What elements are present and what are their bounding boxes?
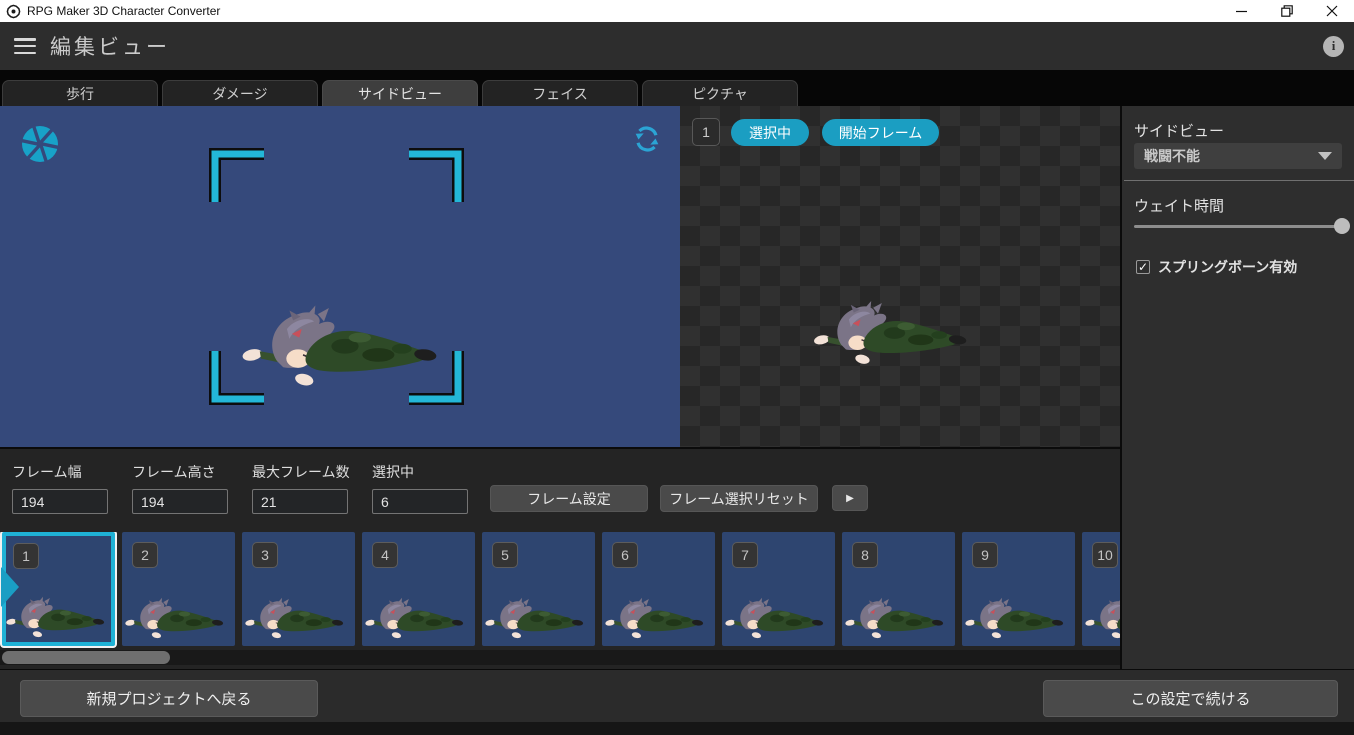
spring-bone-checkbox[interactable]: ✓ [1136,260,1150,274]
scrollbar-thumb[interactable] [2,651,170,664]
tab-2[interactable]: ダメージ [162,80,318,106]
thumbnail-character-sprite [5,596,105,639]
wait-time-slider[interactable] [1134,216,1350,236]
side-view-dropdown[interactable]: 戦闘不能 [1134,143,1342,169]
app-header: 編集ビュー i [0,22,1354,70]
field-group-2: フレーム高さ [132,462,242,514]
close-button[interactable] [1309,0,1354,22]
frame-thumbnail-6[interactable]: 6 [602,532,715,646]
back-to-new-project-button[interactable]: 新規プロジェクトへ戻る [20,680,318,717]
frame-number-badge: 1 [692,118,720,146]
tab-4[interactable]: フェイス [482,80,638,106]
field-label: 最大フレーム数 [252,464,350,480]
thumbnail-character-sprite [724,597,824,640]
field-group-1: フレーム幅 [12,462,122,514]
thumbnail-number-badge: 1 [13,543,39,569]
character-stage-sprite [812,300,968,366]
frame-settings-button[interactable]: フレーム設定 [490,485,648,512]
tab-1[interactable]: 歩行 [2,80,158,106]
restore-button[interactable] [1264,0,1309,22]
play-button[interactable]: ▶ [832,485,868,511]
thumbnail-character-sprite [604,597,704,640]
thumbnail-number-badge: 4 [372,542,398,568]
thumbnail-number-badge: 10 [1092,542,1118,568]
frame-thumbnail-10[interactable]: 10 [1082,532,1120,646]
field-input[interactable] [12,489,108,514]
field-input[interactable] [252,489,348,514]
frame-thumbnail-1[interactable]: 1 [1,532,115,646]
thumbnail-character-sprite [484,597,584,640]
field-label: フレーム幅 [12,464,82,480]
frame-thumbnail-9[interactable]: 9 [962,532,1075,646]
frame-thumbnail-3[interactable]: 3 [242,532,355,646]
divider [1124,180,1354,181]
thumbnail-number-badge: 2 [132,542,158,568]
frame-thumbnail-4[interactable]: 4 [362,532,475,646]
sprite-stage: 1 選択中 開始フレーム [680,106,1120,447]
thumbnail-number-badge: 8 [852,542,878,568]
frame-bracket-top-right [409,148,464,202]
thumbnail-number-badge: 5 [492,542,518,568]
thumbnail-character-sprite [244,597,344,640]
horizontal-scrollbar[interactable] [0,650,1120,665]
thumbnail-character-sprite [964,597,1064,640]
spring-bone-checkbox-row[interactable]: ✓ スプリングボーン有効 [1136,257,1297,277]
dropdown-value: 戦闘不能 [1144,148,1200,164]
field-group-4: 選択中 [372,462,482,514]
side-panel: サイドビュー 戦闘不能 ウェイト時間 ✓ スプリングボーン有効 [1120,106,1354,669]
chevron-down-icon [1318,152,1332,160]
footer-bar: 新規プロジェクトへ戻る この設定で続ける [0,669,1354,722]
side-view-label: サイドビュー [1134,123,1225,140]
thumbnail-character-sprite [1084,597,1120,640]
page-title: 編集ビュー [50,36,170,59]
field-label: 選択中 [372,464,414,480]
frame-thumbnail-7[interactable]: 7 [722,532,835,646]
menu-icon[interactable] [14,38,36,54]
frame-bracket-top-left [209,148,264,202]
minimize-button[interactable] [1219,0,1264,22]
info-icon[interactable]: i [1323,35,1344,57]
camera-aperture-icon[interactable] [20,124,60,164]
field-group-3: 最大フレーム数 [252,462,362,514]
window-title: RPG Maker 3D Character Converter [27,4,221,18]
thumbnail-number-badge: 3 [252,542,278,568]
wait-time-label: ウェイト時間 [1134,198,1225,215]
character-preview-sprite [240,304,438,389]
frame-reset-button[interactable]: フレーム選択リセット [660,485,818,512]
start-frame-button[interactable]: 開始フレーム [822,119,939,146]
rotate-view-icon[interactable] [630,122,664,156]
continue-with-settings-button[interactable]: この設定で続ける [1043,680,1338,717]
thumbnail-number-badge: 7 [732,542,758,568]
frame-thumbnail-8[interactable]: 8 [842,532,955,646]
frame-thumbnail-strip: 1 2 3 4 5 6 7 8 9 10 [0,532,1120,648]
thumbnail-character-sprite [124,597,224,640]
selected-frame-button[interactable]: 選択中 [731,119,809,146]
thumbnail-number-badge: 9 [972,542,998,568]
tab-3[interactable]: サイドビュー [322,80,478,106]
titlebar: RPG Maker 3D Character Converter [0,0,1354,22]
selected-frame-marker-icon [1,567,19,607]
field-input[interactable] [372,489,468,514]
spring-bone-label: スプリングボーン有効 [1158,259,1298,275]
app-window: RPG Maker 3D Character Converter 編集ビュー i… [0,0,1354,735]
slider-handle[interactable] [1334,218,1350,234]
field-input[interactable] [132,489,228,514]
thumbnail-character-sprite [364,597,464,640]
window-bottom-strip [0,722,1354,735]
frame-panel: フレーム幅フレーム高さ最大フレーム数選択中 フレーム設定 フレーム選択リセット … [0,447,1120,669]
app-icon [6,4,21,18]
tab-strip: 歩行 ダメージ サイドビュー フェイス ピクチャ [0,70,1354,106]
frame-thumbnail-2[interactable]: 2 [122,532,235,646]
preview-pane [0,106,680,447]
thumbnail-number-badge: 6 [612,542,638,568]
tab-5[interactable]: ピクチャ [642,80,798,106]
slider-track[interactable] [1134,225,1342,228]
thumbnail-character-sprite [844,597,944,640]
frame-thumbnail-5[interactable]: 5 [482,532,595,646]
field-label: フレーム高さ [132,464,216,480]
